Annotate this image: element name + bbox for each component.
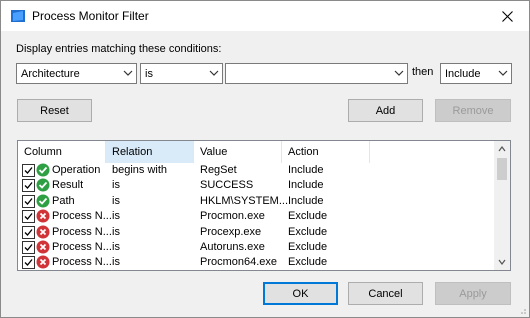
row-checkbox[interactable]: [22, 225, 35, 239]
resize-grip-icon[interactable]: [517, 305, 527, 315]
row-column: Process N...: [52, 256, 112, 269]
row-checkbox[interactable]: [22, 210, 35, 224]
list-header: Column Relation Value Action: [18, 141, 495, 163]
apply-button[interactable]: Apply: [435, 282, 511, 305]
chevron-down-icon: [394, 70, 404, 76]
row-relation: is: [112, 256, 120, 269]
process-monitor-icon: [11, 10, 25, 22]
table-row[interactable]: Operation begins with RegSet Include: [18, 163, 495, 178]
vertical-scrollbar[interactable]: [494, 141, 510, 270]
cancel-button[interactable]: Cancel: [348, 282, 423, 305]
row-column: Result: [52, 179, 84, 192]
table-row[interactable]: Process N... is Procexp.exe Exclude: [18, 225, 495, 240]
checkmark-icon: [24, 259, 33, 267]
then-label: then: [412, 66, 434, 78]
row-action: Include: [288, 179, 324, 192]
window-title: Process Monitor Filter: [32, 9, 149, 23]
filter-dialog: Process Monitor Filter Display entries m…: [0, 0, 530, 318]
action-dropdown-value: Include: [445, 67, 481, 80]
ok-button[interactable]: OK: [263, 282, 338, 305]
close-button[interactable]: [485, 1, 529, 31]
table-row[interactable]: Process N... is Procmon64.exe Exclude: [18, 255, 495, 270]
row-column: Path: [52, 194, 75, 207]
row-action: Include: [288, 194, 324, 207]
filter-rows: Operation begins with RegSet Include Result i…: [18, 163, 495, 270]
scroll-down-icon[interactable]: [498, 258, 506, 266]
filter-list[interactable]: Column Relation Value Action Operation be…: [17, 140, 511, 271]
row-value: HKLM\SYSTEM...: [200, 194, 289, 207]
row-relation: is: [112, 194, 120, 207]
row-checkbox[interactable]: [22, 164, 35, 177]
close-icon: [501, 10, 513, 22]
table-row[interactable]: Path is HKLM\SYSTEM... Include: [18, 194, 495, 209]
checkmark-icon: [24, 182, 33, 190]
row-column: Process N...: [52, 210, 112, 223]
x-circle-icon: [36, 209, 50, 223]
row-relation: is: [112, 225, 120, 238]
column-header-action[interactable]: Action: [282, 141, 370, 163]
column-header-column[interactable]: Column: [18, 141, 106, 163]
row-action: Exclude: [288, 256, 328, 269]
row-action: Exclude: [288, 240, 328, 253]
checkmark-circle-icon: [36, 194, 50, 208]
checkmark-icon: [24, 213, 33, 221]
chevron-down-icon: [209, 70, 219, 76]
column-header-relation[interactable]: Relation: [106, 141, 194, 163]
column-dropdown[interactable]: Architecture: [16, 63, 137, 84]
row-action: Include: [288, 164, 324, 176]
checkmark-circle-icon: [36, 178, 50, 192]
row-checkbox[interactable]: [22, 240, 35, 254]
chevron-down-icon: [498, 70, 508, 76]
x-circle-icon: [36, 225, 50, 239]
row-relation: is: [112, 179, 120, 192]
x-circle-icon: [36, 255, 50, 269]
row-relation: begins with: [112, 164, 168, 176]
row-column: Process N...: [52, 225, 112, 238]
row-value: RegSet: [200, 164, 237, 176]
row-checkbox[interactable]: [22, 194, 35, 208]
value-combobox[interactable]: [225, 63, 408, 84]
checkmark-circle-icon: [36, 163, 50, 177]
row-relation: is: [112, 240, 120, 253]
table-row[interactable]: Process N... is Procmon.exe Exclude: [18, 209, 495, 224]
scroll-up-icon[interactable]: [498, 145, 506, 153]
x-circle-icon: [36, 240, 50, 254]
checkmark-icon: [24, 197, 33, 205]
checkmark-icon: [24, 228, 33, 236]
row-column: Operation: [52, 164, 101, 176]
checkmark-icon: [24, 244, 33, 251]
row-action: Exclude: [288, 210, 328, 223]
row-value: SUCCESS: [200, 179, 254, 192]
title-bar: Process Monitor Filter: [1, 1, 529, 31]
scrollbar-thumb[interactable]: [497, 158, 507, 180]
table-row[interactable]: Process N... is Autoruns.exe Exclude: [18, 240, 495, 255]
row-column: Process N...: [52, 240, 112, 253]
checkmark-icon: [24, 167, 33, 174]
row-checkbox[interactable]: [22, 179, 35, 193]
remove-button[interactable]: Remove: [435, 99, 511, 122]
column-dropdown-value: Architecture: [21, 67, 80, 80]
row-value: Autoruns.exe: [200, 240, 265, 253]
relation-dropdown[interactable]: is: [140, 63, 223, 84]
row-value: Procmon64.exe: [200, 256, 278, 269]
row-relation: is: [112, 210, 120, 223]
relation-dropdown-value: is: [145, 67, 153, 80]
action-dropdown[interactable]: Include: [440, 63, 512, 84]
row-action: Exclude: [288, 225, 328, 238]
column-header-value[interactable]: Value: [194, 141, 282, 163]
conditions-label: Display entries matching these condition…: [16, 43, 222, 55]
reset-button[interactable]: Reset: [17, 99, 92, 122]
table-row[interactable]: Result is SUCCESS Include: [18, 178, 495, 193]
chevron-down-icon: [123, 70, 133, 76]
row-checkbox[interactable]: [22, 256, 35, 270]
row-value: Procexp.exe: [200, 225, 262, 238]
add-button[interactable]: Add: [348, 99, 423, 122]
row-value: Procmon.exe: [200, 210, 265, 223]
